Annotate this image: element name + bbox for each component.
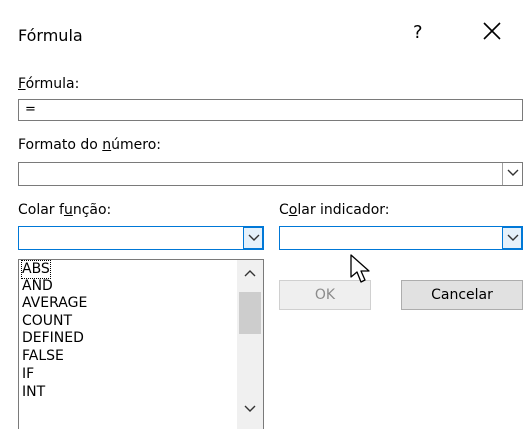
number-format-combo[interactable]	[18, 162, 523, 186]
list-item-and[interactable]: AND	[22, 278, 53, 295]
list-item-abs[interactable]: ABS	[21, 260, 51, 279]
paste-bookmark-dropdown-button[interactable]	[502, 227, 522, 249]
dialog-title: Fórmula	[18, 26, 83, 45]
number-format-label: Formato do número:	[18, 137, 161, 153]
paste-function-combo[interactable]	[18, 226, 264, 250]
list-item-int[interactable]: INT	[22, 384, 45, 401]
cancel-button[interactable]: Cancelar	[401, 280, 523, 310]
paste-bookmark-label: Colar indicador:	[279, 202, 390, 218]
list-item-average[interactable]: AVERAGE	[22, 295, 87, 312]
list-item-count[interactable]: COUNT	[22, 313, 72, 330]
formula-label: Fórmula:	[18, 76, 80, 92]
close-icon[interactable]	[481, 20, 503, 42]
formula-dialog: Fórmula ? Fórmula: = Formato do número: …	[0, 0, 527, 429]
formula-input[interactable]: =	[18, 99, 523, 121]
paste-function-dropdown-button[interactable]	[243, 227, 263, 249]
mouse-pointer-icon	[350, 254, 370, 283]
paste-function-label: Colar função:	[18, 202, 112, 218]
list-item-defined[interactable]: DEFINED	[22, 330, 84, 347]
function-list-scrollbar[interactable]	[237, 260, 263, 429]
scroll-thumb[interactable]	[239, 292, 261, 334]
list-item-false[interactable]: FALSE	[22, 348, 64, 365]
chevron-down-icon	[248, 234, 260, 241]
help-button[interactable]: ?	[413, 22, 423, 43]
chevron-down-icon	[507, 169, 519, 176]
scroll-up-icon[interactable]	[244, 269, 256, 277]
list-item-if[interactable]: IF	[22, 366, 34, 383]
scroll-down-icon[interactable]	[244, 405, 256, 413]
paste-bookmark-combo[interactable]	[279, 226, 523, 250]
number-format-dropdown-button[interactable]	[502, 163, 522, 185]
chevron-down-icon	[507, 234, 519, 241]
function-list[interactable]: ABS AND AVERAGE COUNT DEFINED FALSE IF I…	[18, 259, 264, 429]
